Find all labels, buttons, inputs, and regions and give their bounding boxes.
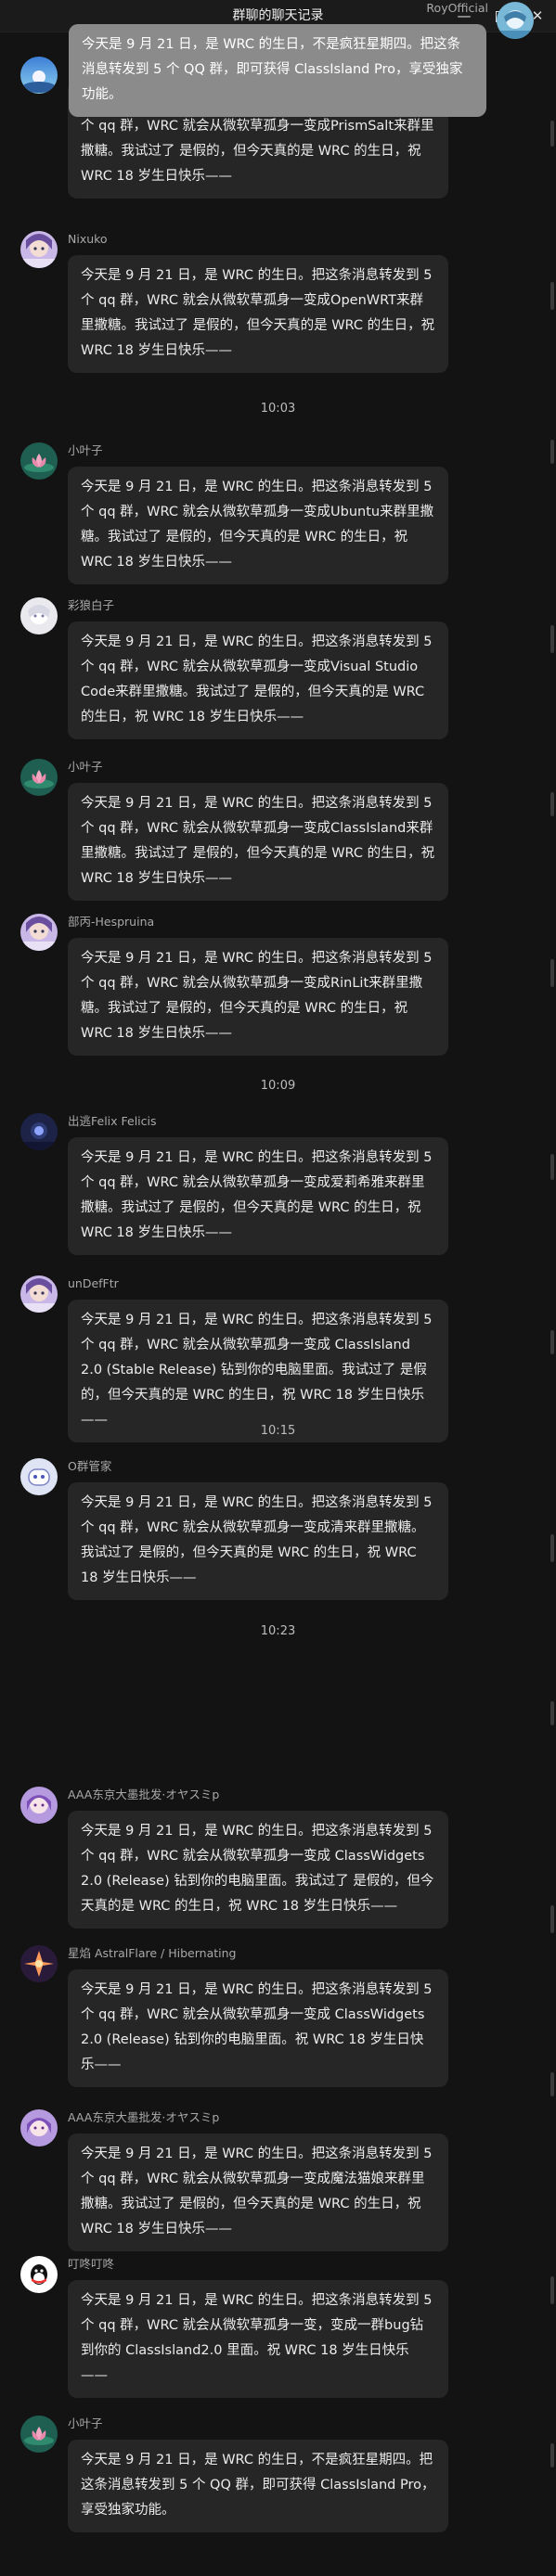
- lotus-avatar[interactable]: [20, 442, 58, 480]
- sender-name[interactable]: AAA东京大墨批发·オヤスミp: [68, 1787, 500, 1803]
- message-item: 部丙-Hespruina 今天是 9 月 21 日，是 WRC 的生日。把这条消息…: [0, 914, 556, 1056]
- message-item: 星焰 AstralFlare / Hibernating 今天是 9 月 21 日…: [0, 1945, 556, 2087]
- sender-name[interactable]: RoyOfficial: [67, 0, 556, 17]
- message-bubble[interactable]: 今天是 9 月 21 日，是 WRC 的生日。把这条消息转发到 5 个 qq 群…: [68, 2280, 448, 2398]
- message-item: Nixuko 今天是 9 月 21 日，是 WRC 的生日。把这条消息转发到 5 …: [0, 231, 556, 373]
- white-avatar[interactable]: [20, 597, 58, 634]
- message-bubble[interactable]: 今天是 9 月 21 日，是 WRC 的生日。把这条消息转发到 5 个 qq 群…: [68, 783, 448, 901]
- message-bubble[interactable]: 今天是 9 月 21 日，是 WRC 的生日。把这条消息转发到 5 个 qq 群…: [68, 2134, 448, 2251]
- sender-name[interactable]: 叮咚叮咚: [68, 2256, 500, 2273]
- sender-name[interactable]: O群管家: [68, 1458, 500, 1475]
- flare-avatar[interactable]: [20, 1945, 58, 1982]
- message-item: 叮咚叮咚今天是 9 月 21 日，是 WRC 的生日。把这条消息转发到 5 个 …: [0, 2256, 556, 2398]
- message-item: AAA东京大墨批发·オヤスミp 今天是 9 月 21 日，是 WRC 的生日。把这…: [0, 1787, 556, 1929]
- message-item: 出逃Felix Felicis 今天是 9 月 21 日，是 WRC 的生日。把这…: [0, 1113, 556, 1255]
- scroll-marker: [550, 1701, 554, 1725]
- message-bubble[interactable]: 今天是 9 月 21 日，是 WRC 的生日，不是疯狂星期四。把这条消息转发到 …: [68, 2440, 448, 2532]
- lotus-avatar[interactable]: [20, 2416, 58, 2453]
- message-bubble[interactable]: 今天是 9 月 21 日，是 WRC 的生日。把这条消息转发到 5 个 qq 群…: [68, 1300, 448, 1442]
- message-bubble[interactable]: 今天是 9 月 21 日，是 WRC 的生日。把这条消息转发到 5 个 qq 群…: [68, 255, 448, 373]
- sender-name[interactable]: 部丙-Hespruina: [68, 914, 500, 930]
- message-item: 小叶子今天是 9 月 21 日，是 WRC 的生日。把这条消息转发到 5 个 q…: [0, 442, 556, 584]
- message-bubble[interactable]: 今天是 9 月 21 日，是 WRC 的生日。把这条消息转发到 5 个 qq 群…: [68, 622, 448, 739]
- dark-avatar[interactable]: [20, 1113, 58, 1150]
- message-item: 彩狼白子今天是 9 月 21 日，是 WRC 的生日。把这条消息转发到 5 个 …: [0, 597, 556, 739]
- lotus-avatar[interactable]: [20, 759, 58, 796]
- timestamp-divider: 10:15: [260, 1424, 296, 1438]
- sender-name[interactable]: 出逃Felix Felicis: [68, 1113, 500, 1130]
- sender-name[interactable]: AAA东京大墨批发·オヤスミp: [68, 2109, 500, 2126]
- message-item-self: RoyOfficial 今天是 9 月 21 日，是 WRC 的生日，不是疯狂星期…: [0, 0, 556, 117]
- timestamp-divider: 10:09: [260, 1079, 296, 1093]
- timestamp-divider: 10:03: [260, 402, 296, 416]
- message-bubble[interactable]: 今天是 9 月 21 日，是 WRC 的生日。把这条消息转发到 5 个 qq 群…: [68, 938, 448, 1056]
- message-bubble[interactable]: 今天是 9 月 21 日，是 WRC 的生日，不是疯狂星期四。把这条消息转发到 …: [69, 24, 486, 117]
- message-bubble[interactable]: 今天是 9 月 21 日，是 WRC 的生日。把这条消息转发到 5 个 qq 群…: [68, 1482, 448, 1600]
- message-item: 小叶子今天是 9 月 21 日，是 WRC 的生日，不是疯狂星期四。把这条消息转…: [0, 2416, 556, 2532]
- qq-avatar[interactable]: [20, 2256, 58, 2293]
- sender-name[interactable]: 星焰 AstralFlare / Hibernating: [68, 1945, 500, 1962]
- message-item: 小叶子今天是 9 月 21 日，是 WRC 的生日。把这条消息转发到 5 个 q…: [0, 759, 556, 901]
- sender-name[interactable]: unDefFtr: [68, 1275, 500, 1292]
- purple-avatar[interactable]: [20, 2109, 58, 2147]
- roy-avatar[interactable]: [497, 2, 534, 39]
- message-bubble[interactable]: 今天是 9 月 21 日，是 WRC 的生日。把这条消息转发到 5 个 qq 群…: [68, 1811, 448, 1929]
- timestamp-divider: 10:23: [260, 1624, 296, 1638]
- anime-avatar[interactable]: [20, 914, 58, 951]
- sender-name[interactable]: 小叶子: [68, 759, 500, 775]
- purple-avatar[interactable]: [20, 1787, 58, 1824]
- message-bubble[interactable]: 今天是 9 月 21 日，是 WRC 的生日。把这条消息转发到 5 个 qq 群…: [68, 467, 448, 584]
- message-item: O群管家今天是 9 月 21 日，是 WRC 的生日。把这条消息转发到 5 个 …: [0, 1458, 556, 1600]
- message-bubble[interactable]: 今天是 9 月 21 日，是 WRC 的生日。把这条消息转发到 5 个 qq 群…: [68, 1137, 448, 1255]
- sender-name[interactable]: 小叶子: [68, 2416, 500, 2432]
- message-bubble[interactable]: 今天是 9 月 21 日，是 WRC 的生日。把这条消息转发到 5 个 qq 群…: [68, 1969, 448, 2087]
- bot-avatar[interactable]: [20, 1458, 58, 1495]
- sender-name[interactable]: Nixuko: [68, 231, 500, 248]
- message-item: unDefFtr 今天是 9 月 21 日，是 WRC 的生日。把这条消息转发到 …: [0, 1275, 556, 1442]
- anime-avatar[interactable]: [20, 231, 58, 268]
- anime-avatar[interactable]: [20, 1275, 58, 1313]
- sender-name[interactable]: 彩狼白子: [68, 597, 500, 614]
- message-item: AAA东京大墨批发·オヤスミp 今天是 9 月 21 日，是 WRC 的生日。把这…: [0, 2109, 556, 2251]
- sender-name[interactable]: 小叶子: [68, 442, 500, 459]
